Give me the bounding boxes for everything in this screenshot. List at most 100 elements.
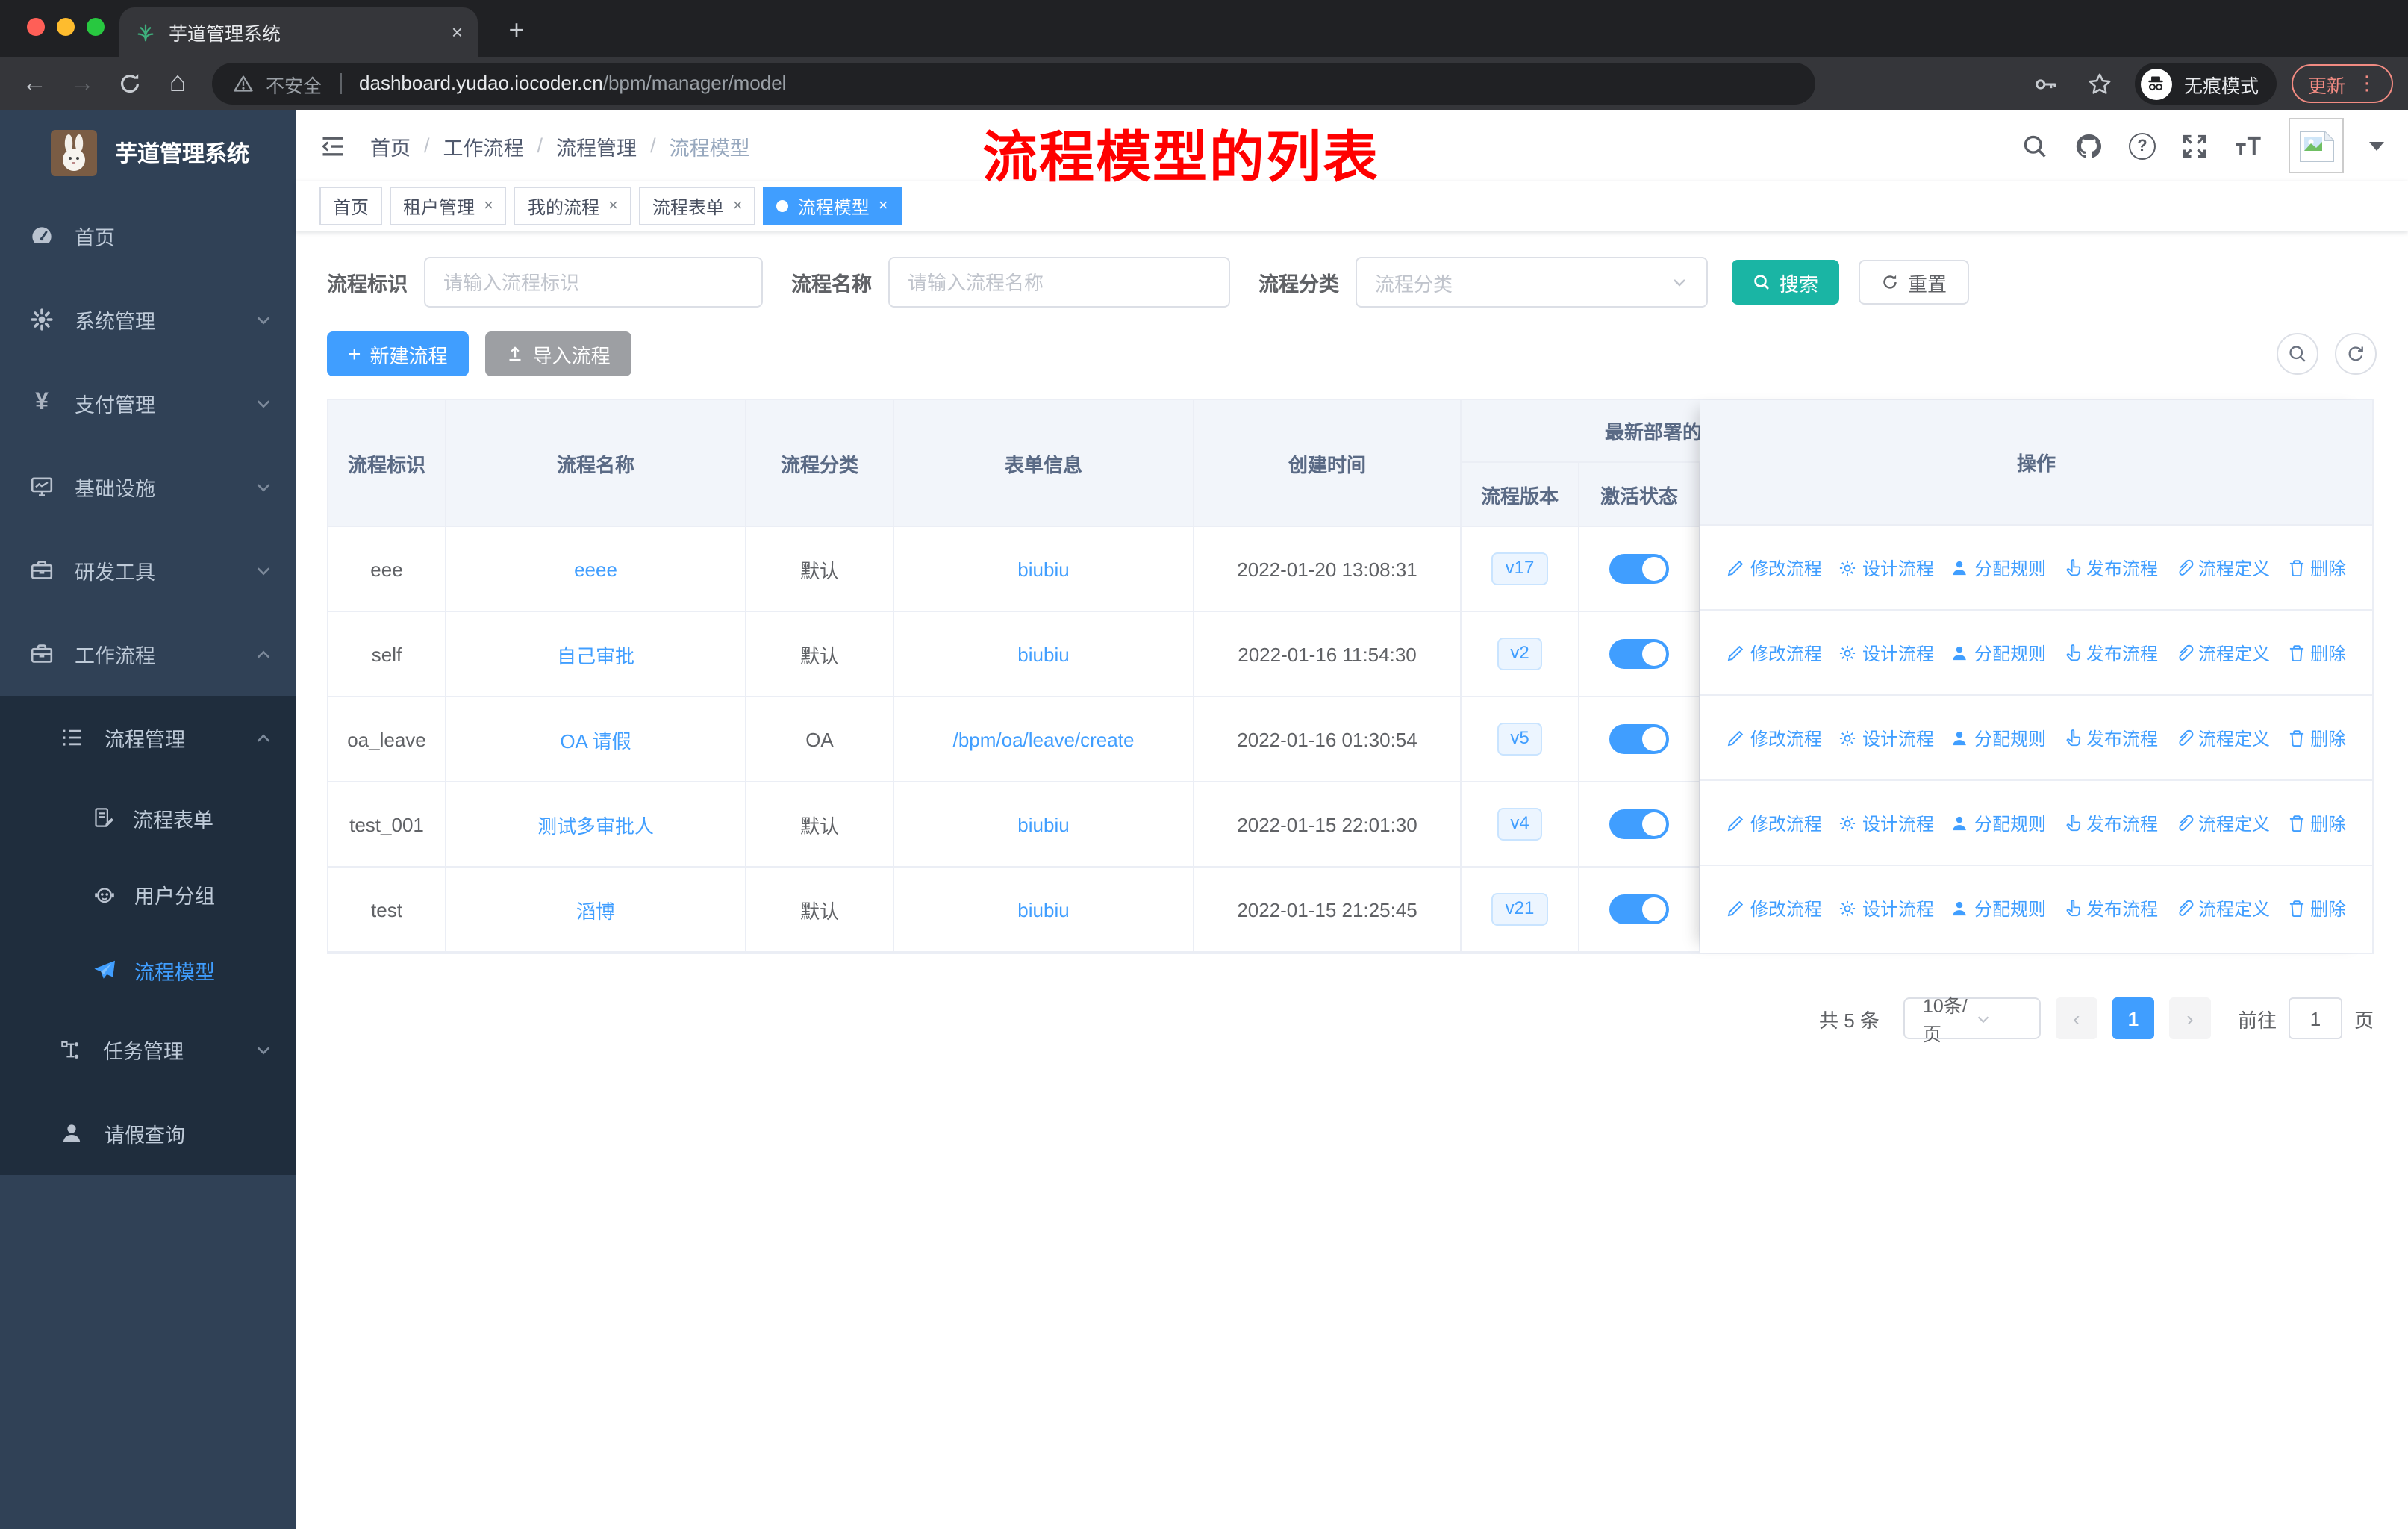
tab-close-icon[interactable]: × xyxy=(452,21,463,43)
minimize-window-button[interactable] xyxy=(57,18,75,36)
new-tab-button[interactable]: + xyxy=(499,12,534,48)
active-toggle[interactable] xyxy=(1609,809,1669,839)
action-edit-model[interactable]: 修改流程 xyxy=(1727,555,1822,580)
sidebar-item-process-manage[interactable]: 流程管理 xyxy=(0,696,296,779)
action-assign-rule[interactable]: 分配规则 xyxy=(1950,640,2046,665)
back-button[interactable]: ← xyxy=(15,64,54,103)
browser-tab[interactable]: 芋道管理系统 × xyxy=(119,7,478,57)
close-window-button[interactable] xyxy=(27,18,45,36)
sidebar-item-system[interactable]: 系统管理 xyxy=(0,278,296,361)
model-name-link[interactable]: 滔博 xyxy=(576,895,615,924)
model-name-link[interactable]: OA 请假 xyxy=(560,725,631,753)
collapse-sidebar-icon[interactable] xyxy=(319,132,346,159)
tag-process-form[interactable]: 流程表单 × xyxy=(638,187,756,225)
reload-button[interactable] xyxy=(110,64,149,103)
model-name-input[interactable] xyxy=(888,257,1230,308)
form-info-link[interactable]: /bpm/oa/leave/create xyxy=(953,728,1135,750)
prev-page-button[interactable]: ‹ xyxy=(2055,997,2097,1039)
version-badge[interactable]: v21 xyxy=(1491,893,1548,926)
action-delete-model[interactable]: 删除 xyxy=(2286,640,2346,665)
action-design-model[interactable]: 设计流程 xyxy=(1838,896,1934,921)
sidebar-item-user-group[interactable]: 用户分组 xyxy=(0,856,296,932)
action-delete-model[interactable]: 删除 xyxy=(2286,725,2346,750)
search-icon[interactable] xyxy=(2021,132,2048,159)
search-button[interactable]: 搜索 xyxy=(1732,260,1840,305)
action-delete-model[interactable]: 删除 xyxy=(2286,555,2346,580)
chevron-down-icon[interactable] xyxy=(2369,141,2384,150)
page-size-select[interactable]: 10条/页 xyxy=(1903,996,2041,1045)
version-badge[interactable]: v4 xyxy=(1497,808,1543,841)
model-name-link[interactable]: 自己审批 xyxy=(557,640,634,668)
fullscreen-icon[interactable] xyxy=(2181,132,2208,159)
reset-button[interactable]: 重置 xyxy=(1859,260,1970,305)
form-info-link[interactable]: biubiu xyxy=(1017,558,1069,580)
sidebar-item-dev-tools[interactable]: 研发工具 xyxy=(0,529,296,612)
bookmark-star-icon[interactable] xyxy=(2081,64,2120,103)
github-icon[interactable] xyxy=(2074,131,2103,161)
action-publish-model[interactable]: 发布流程 xyxy=(2062,555,2158,580)
action-edit-model[interactable]: 修改流程 xyxy=(1727,896,1822,921)
sidebar-item-task-manage[interactable]: 任务管理 xyxy=(0,1008,296,1092)
sidebar-item-process-model[interactable]: 流程模型 xyxy=(0,932,296,1008)
create-model-button[interactable]: + 新建流程 xyxy=(327,331,469,376)
active-toggle[interactable] xyxy=(1609,639,1669,669)
security-label[interactable]: 不安全 xyxy=(266,69,322,98)
sidebar-item-payment[interactable]: ¥ 支付管理 xyxy=(0,361,296,445)
next-page-button[interactable]: › xyxy=(2168,997,2211,1039)
action-design-model[interactable]: 设计流程 xyxy=(1838,725,1934,750)
refresh-table-button[interactable] xyxy=(2335,333,2377,375)
url-text[interactable]: dashboard.yudao.iocoder.cn/bpm/manager/m… xyxy=(359,70,786,97)
action-assign-rule[interactable]: 分配规则 xyxy=(1950,555,2046,580)
action-design-model[interactable]: 设计流程 xyxy=(1838,810,1934,835)
current-page[interactable]: 1 xyxy=(2112,997,2154,1039)
action-process-definition[interactable]: 流程定义 xyxy=(2174,896,2270,921)
tag-my-process[interactable]: 我的流程 × xyxy=(514,187,631,225)
action-delete-model[interactable]: 删除 xyxy=(2286,896,2346,921)
forward-button[interactable]: → xyxy=(63,64,102,103)
action-publish-model[interactable]: 发布流程 xyxy=(2062,725,2158,750)
tag-close-icon[interactable]: × xyxy=(608,197,618,215)
action-edit-model[interactable]: 修改流程 xyxy=(1727,640,1822,665)
action-publish-model[interactable]: 发布流程 xyxy=(2062,640,2158,665)
version-badge[interactable]: v17 xyxy=(1491,552,1548,585)
action-delete-model[interactable]: 删除 xyxy=(2286,810,2346,835)
goto-page-input[interactable] xyxy=(2288,997,2342,1039)
form-info-link[interactable]: biubiu xyxy=(1017,643,1069,665)
breadcrumb-home[interactable]: 首页 xyxy=(370,131,411,161)
action-process-definition[interactable]: 流程定义 xyxy=(2174,640,2270,665)
action-publish-model[interactable]: 发布流程 xyxy=(2062,896,2158,921)
key-icon[interactable] xyxy=(2027,64,2066,103)
breadcrumb-process-manage[interactable]: 流程管理 xyxy=(556,131,637,161)
action-edit-model[interactable]: 修改流程 xyxy=(1727,725,1822,750)
import-model-button[interactable]: 导入流程 xyxy=(484,331,631,376)
form-info-link[interactable]: biubiu xyxy=(1017,898,1069,921)
tag-home[interactable]: 首页 xyxy=(319,187,383,225)
action-process-definition[interactable]: 流程定义 xyxy=(2174,555,2270,580)
tag-close-icon[interactable]: × xyxy=(879,197,888,215)
form-info-link[interactable]: biubiu xyxy=(1017,813,1069,835)
maximize-window-button[interactable] xyxy=(87,18,105,36)
version-badge[interactable]: v5 xyxy=(1497,723,1543,756)
tag-tenant-manage[interactable]: 租户管理 × xyxy=(390,187,507,225)
action-assign-rule[interactable]: 分配规则 xyxy=(1950,725,2046,750)
action-process-definition[interactable]: 流程定义 xyxy=(2174,725,2270,750)
avatar[interactable] xyxy=(2289,118,2344,173)
model-name-link[interactable]: 测试多审批人 xyxy=(537,810,654,838)
action-process-definition[interactable]: 流程定义 xyxy=(2174,810,2270,835)
home-button[interactable]: ⌂ xyxy=(158,64,197,103)
font-size-icon[interactable] xyxy=(2233,132,2263,159)
tag-close-icon[interactable]: × xyxy=(484,197,493,215)
tag-close-icon[interactable]: × xyxy=(733,197,743,215)
active-toggle[interactable] xyxy=(1609,894,1669,924)
sidebar-item-infrastructure[interactable]: 基础设施 xyxy=(0,445,296,529)
action-edit-model[interactable]: 修改流程 xyxy=(1727,810,1822,835)
model-name-link[interactable]: eeee xyxy=(574,558,617,580)
help-icon[interactable]: ? xyxy=(2129,132,2156,159)
version-badge[interactable]: v2 xyxy=(1497,638,1543,670)
action-publish-model[interactable]: 发布流程 xyxy=(2062,810,2158,835)
sidebar-item-home[interactable]: 首页 xyxy=(0,194,296,278)
url-bar[interactable]: 不安全 dashboard.yudao.iocoder.cn/bpm/manag… xyxy=(212,63,1815,105)
browser-menu-icon[interactable]: ⋮ xyxy=(2357,72,2377,96)
sidebar-item-leave-query[interactable]: 请假查询 xyxy=(0,1092,296,1175)
app-logo-row[interactable]: 芋道管理系统 xyxy=(0,110,296,194)
